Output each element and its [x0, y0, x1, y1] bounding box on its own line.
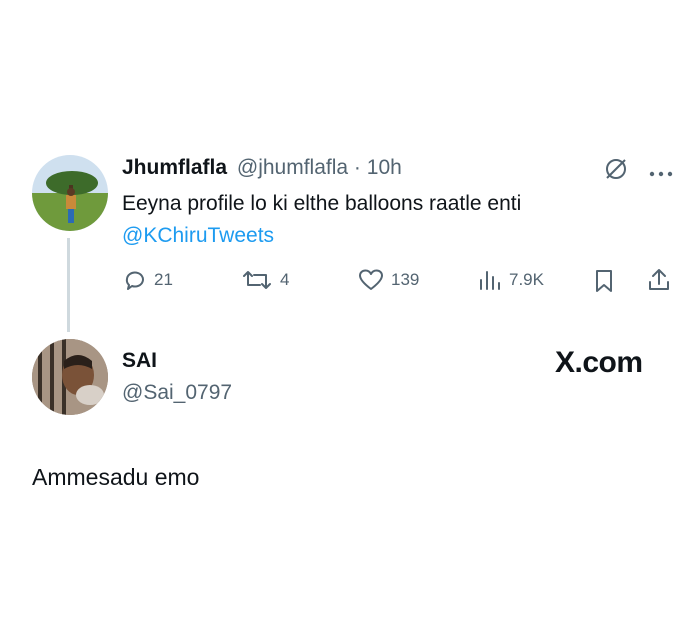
reply-button[interactable]: 21 — [122, 267, 173, 293]
x-com-watermark: X.com — [555, 346, 643, 379]
reply-count: 21 — [154, 270, 173, 289]
retweet-count: 4 — [280, 270, 290, 289]
retweet-icon — [243, 271, 271, 289]
reply-handle[interactable]: @Sai_0797 — [122, 381, 232, 405]
bookmark-icon[interactable] — [592, 268, 616, 299]
reply-text: Ammesadu emo — [32, 464, 200, 490]
tweet-header: Jhumflafla @jhumflafla · 10h — [122, 156, 402, 180]
reply-display-name[interactable]: SAI — [122, 349, 157, 373]
separator-dot: · — [353, 156, 361, 179]
avatar-jhumflafla[interactable] — [32, 155, 108, 231]
tweet-body: Eeyna profile lo ki elthe balloons raatl… — [122, 188, 662, 252]
share-icon[interactable] — [646, 267, 672, 298]
like-count: 139 — [391, 270, 420, 289]
display-name[interactable]: Jhumflafla — [122, 156, 227, 179]
handle[interactable]: @jhumflafla — [237, 156, 348, 179]
views-icon — [480, 271, 500, 290]
timestamp[interactable]: 10h — [367, 156, 402, 179]
avatar-sai[interactable] — [32, 339, 108, 415]
retweet-button[interactable]: 4 — [240, 267, 289, 293]
like-icon — [359, 269, 383, 290]
views-button[interactable]: 7.9K — [477, 267, 544, 293]
grok-icon[interactable] — [603, 156, 629, 187]
thread-connector-line — [67, 238, 70, 332]
avatar-photo — [32, 155, 108, 231]
reply-icon — [125, 271, 144, 290]
tweet-text: Eeyna profile lo ki elthe balloons raatl… — [122, 192, 522, 215]
avatar-photo — [32, 339, 108, 415]
mention-link[interactable]: @KChiruTweets — [122, 220, 662, 252]
like-button[interactable]: 139 — [357, 267, 419, 293]
view-count: 7.9K — [509, 270, 544, 289]
more-icon[interactable] — [648, 165, 674, 183]
